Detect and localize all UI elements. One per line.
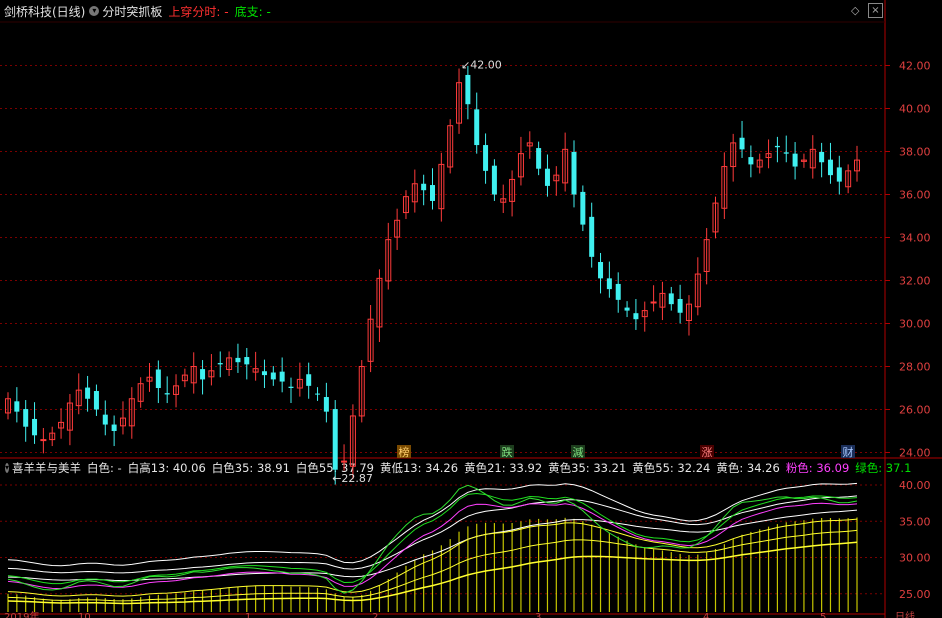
x-axis-label: 3 — [535, 612, 541, 618]
candle-body — [93, 391, 99, 410]
x-axis-label: 日线 — [895, 610, 915, 618]
ind-y-tick-label: 35.00 — [899, 515, 931, 528]
candle-body — [279, 371, 285, 382]
candle-body — [491, 165, 497, 195]
candle-body — [217, 363, 223, 365]
candle-body — [323, 397, 329, 412]
x-axis-label: 10 — [78, 612, 91, 618]
candle-body — [261, 371, 267, 376]
event-marker: 榜 — [399, 445, 410, 459]
candle-body — [792, 153, 798, 167]
y-tick-label: 42.00 — [899, 60, 931, 73]
candle-body — [668, 293, 674, 305]
candle-body — [677, 298, 683, 313]
candle-body — [615, 283, 621, 300]
event-marker: 減 — [573, 445, 584, 459]
candle-body — [421, 183, 427, 191]
candle-body — [624, 307, 630, 311]
candle-body — [598, 262, 604, 279]
candle-body — [633, 313, 639, 320]
y-tick-label: 28.00 — [899, 361, 931, 374]
candle-body — [465, 74, 471, 105]
event-marker: 财 — [843, 445, 854, 459]
candle-body — [23, 409, 29, 427]
x-axis-label: 2 — [372, 612, 378, 618]
candle-body — [332, 409, 338, 470]
y-tick-label: 38.00 — [899, 146, 931, 159]
event-marker: 涨 — [702, 446, 713, 459]
candle-body — [32, 418, 38, 436]
candle-body — [40, 439, 47, 442]
candle-body — [783, 152, 789, 154]
candle-body — [306, 374, 312, 386]
x-axis-label: 5 — [820, 612, 826, 618]
candle-body — [606, 278, 612, 290]
candle-body — [155, 369, 161, 388]
candle-body — [836, 167, 842, 182]
candle-body — [739, 137, 745, 150]
candle-body — [164, 393, 170, 395]
y-tick-label: 26.00 — [899, 404, 931, 417]
x-axis-label: 1 — [245, 612, 251, 618]
ind-y-tick-label: 30.00 — [899, 552, 931, 565]
ind-y-tick-label: 25.00 — [899, 588, 931, 601]
candle-body — [536, 148, 542, 169]
candle-body — [200, 369, 206, 380]
x-axis-label: 4 — [703, 612, 709, 618]
ind-y-tick-label: 40.00 — [899, 479, 931, 492]
candle-body — [774, 145, 780, 148]
candle-body — [430, 185, 435, 201]
y-tick-label: 40.00 — [899, 103, 931, 116]
event-marker: 跌 — [502, 445, 513, 459]
candle-body — [14, 401, 20, 412]
candle-body — [341, 460, 348, 463]
candle-body — [827, 159, 833, 176]
high-price-label: ↙42.00 — [461, 59, 502, 72]
y-tick-label: 24.00 — [899, 447, 931, 460]
candle-body — [483, 145, 489, 171]
candle-body — [244, 357, 250, 365]
candle-body — [748, 157, 754, 165]
y-tick-label: 36.00 — [899, 189, 931, 202]
y-tick-label: 34.00 — [899, 232, 931, 245]
low-price-label: ←22.87 — [332, 472, 373, 485]
candle-body — [235, 357, 241, 363]
candle-body — [571, 151, 577, 195]
x-axis-label: 2019年 — [4, 610, 39, 618]
price-chart[interactable]: 42.00 40.00 38.00 36.00 34.00 32.00 30.00 28.00… — [0, 0, 942, 618]
candle-body — [315, 393, 321, 395]
candle-body — [102, 414, 108, 425]
candle-body — [111, 424, 117, 431]
candle-body — [474, 109, 480, 146]
candle-body — [650, 301, 657, 304]
y-tick-label: 30.00 — [899, 318, 931, 331]
candle-body — [589, 216, 595, 257]
candle-body — [270, 372, 276, 380]
candle-body — [819, 151, 825, 163]
candle-body — [580, 191, 586, 225]
candle-body — [544, 168, 550, 186]
candle-body — [85, 387, 91, 399]
candle-body — [288, 386, 294, 388]
y-tick-label: 32.00 — [899, 275, 931, 288]
